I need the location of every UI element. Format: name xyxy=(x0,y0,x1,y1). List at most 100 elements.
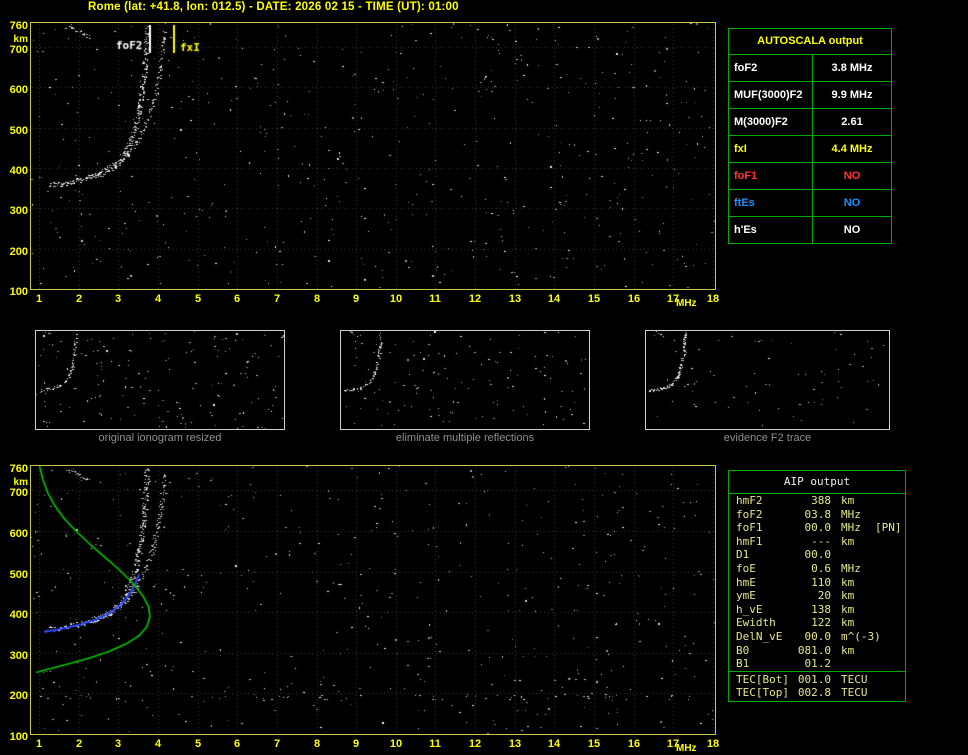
x-tick-label: 4 xyxy=(154,738,162,750)
y-tick-label: 300 xyxy=(9,205,28,217)
x-tick-label: 11 xyxy=(429,293,441,305)
panel-eliminate-reflections xyxy=(340,330,590,430)
aip-row-label: Ewidth xyxy=(736,616,776,630)
aip-row-value: 20 xyxy=(817,589,831,603)
aip-row: B1 01.2 xyxy=(729,657,905,671)
aip-row-value: 001.0 xyxy=(797,672,831,686)
panel-caption-original: original ionogram resized xyxy=(98,432,222,444)
y-axis-unit-label: km xyxy=(13,477,28,488)
x-tick-label: 7 xyxy=(273,293,281,305)
aip-row: foF2 03.8 MHz xyxy=(729,508,905,522)
aip-row-label: hmF1 xyxy=(736,534,763,548)
y-tick-label: 500 xyxy=(9,125,28,137)
x-axis-unit-label: MHz xyxy=(676,298,697,309)
aip-row-value: --- xyxy=(811,534,831,548)
autoscala-row-label: ftEs xyxy=(729,190,813,216)
aip-row-unit: km xyxy=(841,643,855,657)
panel-caption-evidence: evidence F2 trace xyxy=(723,432,812,444)
aip-row-unit: km xyxy=(841,616,855,630)
aip-row-value: 388 xyxy=(811,494,831,507)
x-tick-label: 11 xyxy=(429,738,441,750)
aip-row-label: foE xyxy=(736,561,756,575)
aip-table-tec-rows: TEC[Bot] 001.0 TECU TEC[Top] 002.8 TECU xyxy=(729,670,905,701)
x-tick-label: 3 xyxy=(114,738,122,750)
y-tick-label: 400 xyxy=(9,165,28,177)
x-tick-label: 13 xyxy=(508,738,522,750)
autoscala-row-value: 2.61 xyxy=(841,116,863,128)
aip-row-label: B0 xyxy=(736,643,750,657)
autoscala-row-label: foF1 xyxy=(729,163,813,189)
autoscala-table-rows: foF2 3.8 MHz MUF(3000)F2 9.9 MHz M(3000)F2 2.… xyxy=(729,55,891,243)
aip-row-label: DelN_vE xyxy=(736,629,783,643)
autoscala-output-table: AUTOSCALA output foF2 3.8 MHz MUF(3000)F2 9… xyxy=(728,28,892,244)
x-tick-label: 9 xyxy=(352,738,360,750)
aip-row-label: h_vE xyxy=(736,602,763,616)
aip-row-value: 00.0 xyxy=(804,629,832,643)
panel-original-canvas xyxy=(36,331,284,429)
aip-row: D1 00.0 xyxy=(729,548,905,562)
aip-row-extra: [PN] xyxy=(875,521,902,535)
autoscala-row-value: 4.4 MHz xyxy=(831,143,873,155)
aip-output-table: AIP output hmF2 388 km foF2 03.8 MHz foF1 00.0 M… xyxy=(728,470,906,702)
autoscala-row-value: 3.8 MHz xyxy=(831,62,873,74)
x-axis-unit-label: MHz xyxy=(676,743,697,754)
aip-row: TEC[Bot] 001.0 TECU xyxy=(729,673,905,687)
aip-row-value: 03.8 xyxy=(804,507,832,521)
aip-row-unit: km xyxy=(841,589,855,603)
x-tick-label: 7 xyxy=(273,738,281,750)
aip-row: B0 081.0 km xyxy=(729,644,905,658)
aip-row-value: 138 xyxy=(811,602,831,616)
x-tick-label: 2 xyxy=(75,738,83,750)
x-tick-label: 1 xyxy=(35,293,43,305)
x-tick-label: 18 xyxy=(706,293,720,305)
y-tick-label: 600 xyxy=(9,528,28,540)
panel-caption-eliminate: eliminate multiple reflections xyxy=(395,432,535,444)
y-tick-label: 600 xyxy=(9,84,28,96)
x-tick-label: 15 xyxy=(587,293,601,305)
aip-table-rows: hmF2 388 km foF2 03.8 MHz foF1 00.0 MHz [PN] hmF1 -… xyxy=(729,494,905,671)
aip-row-unit: km xyxy=(841,602,855,616)
y-tick-label: 300 xyxy=(9,650,28,662)
x-tick-label: 5 xyxy=(194,293,202,305)
x-tick-label: 13 xyxy=(508,293,522,305)
autoscala-row-value: NO xyxy=(843,197,861,209)
aip-row-unit: km xyxy=(841,494,855,507)
x-tick-label: 16 xyxy=(627,738,641,750)
aip-table-title: AIP output xyxy=(729,471,905,494)
aip-row: hmF2 388 km xyxy=(729,494,905,508)
x-tick-label: 16 xyxy=(627,293,641,305)
aip-row-value: 01.2 xyxy=(804,657,832,671)
ionogram-bottom-plot xyxy=(30,465,716,735)
x-tick-label: 12 xyxy=(468,738,482,750)
x-tick-label: 8 xyxy=(313,738,321,750)
y-axis-unit-label: km xyxy=(13,34,28,45)
y-tick-label: 760 xyxy=(9,463,28,475)
autoscala-row: fxI 4.4 MHz xyxy=(729,136,891,163)
aip-row-value: 00.0 xyxy=(804,548,832,562)
y-tick-label: 200 xyxy=(9,690,28,702)
aip-row-value: 00.0 xyxy=(804,521,832,535)
aip-row-unit: TECU xyxy=(841,686,868,700)
x-tick-label: 10 xyxy=(389,738,403,750)
y-tick-label: 400 xyxy=(9,609,28,621)
x-tick-label: 14 xyxy=(547,738,561,750)
autoscala-row-label: h'Es xyxy=(729,217,813,243)
aip-row-unit: m^(-3) xyxy=(841,629,881,643)
panel-eliminate-canvas xyxy=(341,331,589,429)
x-tick-label: 6 xyxy=(233,738,241,750)
aip-row-unit: TECU xyxy=(841,672,868,686)
aip-row-label: D1 xyxy=(736,548,750,562)
aip-row-value: 122 xyxy=(811,616,831,630)
y-tick-label: 700 xyxy=(9,44,28,56)
autoscala-row-value: NO xyxy=(843,170,861,182)
x-tick-label: 4 xyxy=(154,293,162,305)
page-title: Rome (lat: +41.8, lon: 012.5) - DATE: 20… xyxy=(88,1,459,13)
aip-row-label: hmF2 xyxy=(736,494,763,507)
aip-row: foF1 00.0 MHz [PN] xyxy=(729,521,905,535)
panel-evidence-f2-trace xyxy=(645,330,890,430)
aip-row-value: 081.0 xyxy=(797,643,831,657)
y-tick-label: 100 xyxy=(9,286,28,298)
x-tick-label: 3 xyxy=(114,293,122,305)
x-tick-label: 18 xyxy=(706,738,720,750)
ionogram-bottom-canvas xyxy=(31,466,715,734)
